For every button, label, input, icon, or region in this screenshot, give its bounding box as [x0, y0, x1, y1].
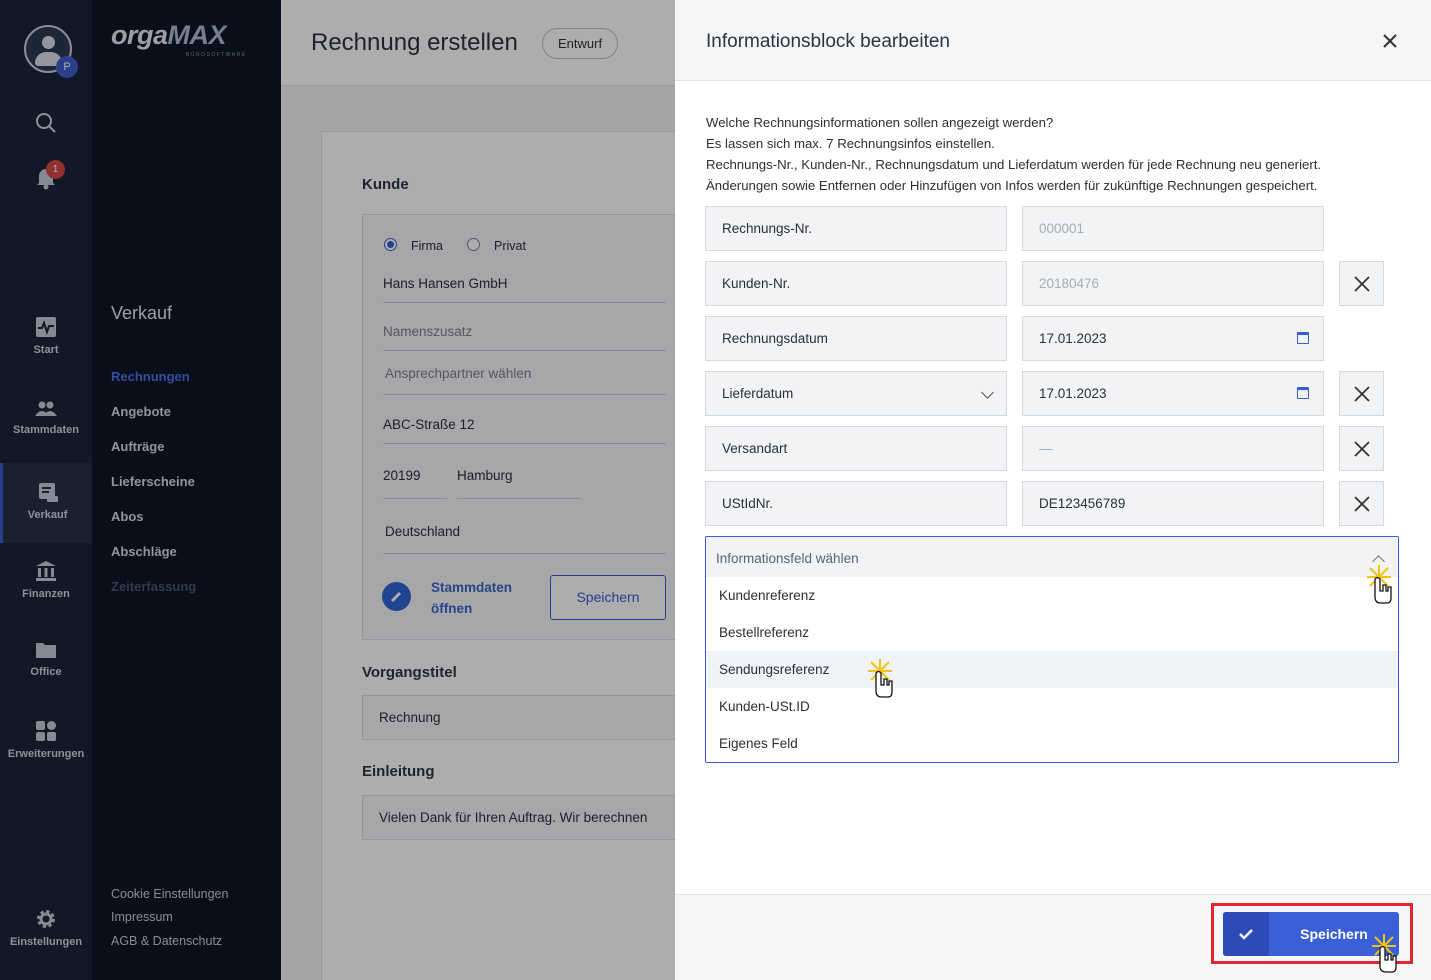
dropdown-option[interactable]: Sendungsreferenz	[706, 651, 1398, 688]
close-icon	[1354, 386, 1370, 402]
info-label-field[interactable]: Rechnungsdatum	[705, 316, 1007, 361]
info-field-dropdown[interactable]: Informationsfeld wählen Kundenreferenz B…	[705, 536, 1399, 763]
intro-line: Rechnungs-Nr., Kunden-Nr., Rechnungsdatu…	[706, 157, 1322, 172]
drawer-title: Informationsblock bearbeiten	[706, 31, 950, 52]
dropdown-placeholder[interactable]: Informationsfeld wählen	[706, 537, 1398, 577]
chevron-down-icon	[981, 386, 994, 399]
dropdown-option[interactable]: Bestellreferenz	[706, 614, 1398, 651]
close-icon	[1354, 441, 1370, 457]
click-cursor-icon	[1363, 563, 1397, 607]
close-icon[interactable]	[1379, 30, 1401, 52]
remove-row-button[interactable]	[1339, 481, 1384, 526]
intro-line: Änderungen sowie Entfernen oder Hinzufüg…	[706, 178, 1318, 193]
info-block-drawer: Informationsblock bearbeiten Welche Rech…	[675, 0, 1431, 980]
dropdown-option[interactable]: Kundenreferenz	[706, 577, 1398, 614]
dropdown-option[interactable]: Kunden-USt.ID	[706, 688, 1398, 725]
info-value-field[interactable]: —	[1022, 426, 1324, 471]
remove-row-button[interactable]	[1339, 371, 1384, 416]
info-value-field: 000001	[1022, 206, 1324, 251]
drawer-header: Informationsblock bearbeiten	[675, 0, 1431, 81]
info-label-field[interactable]: Rechnungs-Nr.	[705, 206, 1007, 251]
close-icon	[1354, 496, 1370, 512]
check-icon	[1223, 912, 1269, 956]
info-value-field[interactable]: DE123456789	[1022, 481, 1324, 526]
drawer-footer: Speichern	[675, 894, 1431, 980]
calendar-icon[interactable]	[1297, 332, 1309, 344]
date-input[interactable]: 17.01.2023	[1022, 316, 1324, 361]
info-label-field[interactable]: Kunden-Nr.	[705, 261, 1007, 306]
intro-line: Es lassen sich max. 7 Rechnungsinfos ein…	[706, 136, 995, 151]
dropdown-option[interactable]: Eigenes Feld	[706, 725, 1398, 762]
click-cursor-icon	[864, 657, 898, 701]
info-value-field: 20180476	[1022, 261, 1324, 306]
remove-row-button[interactable]	[1339, 426, 1384, 471]
drawer-intro: Welche Rechnungsinformationen sollen ang…	[706, 112, 1321, 196]
info-label-select[interactable]: Lieferdatum	[705, 371, 1007, 416]
close-icon	[1354, 276, 1370, 292]
click-cursor-icon	[1368, 932, 1402, 976]
intro-line: Welche Rechnungsinformationen sollen ang…	[706, 115, 1054, 130]
info-label-field[interactable]: Versandart	[705, 426, 1007, 471]
info-label-field[interactable]: UStIdNr.	[705, 481, 1007, 526]
calendar-icon[interactable]	[1297, 387, 1309, 399]
date-input[interactable]: 17.01.2023	[1022, 371, 1324, 416]
remove-row-button[interactable]	[1339, 261, 1384, 306]
